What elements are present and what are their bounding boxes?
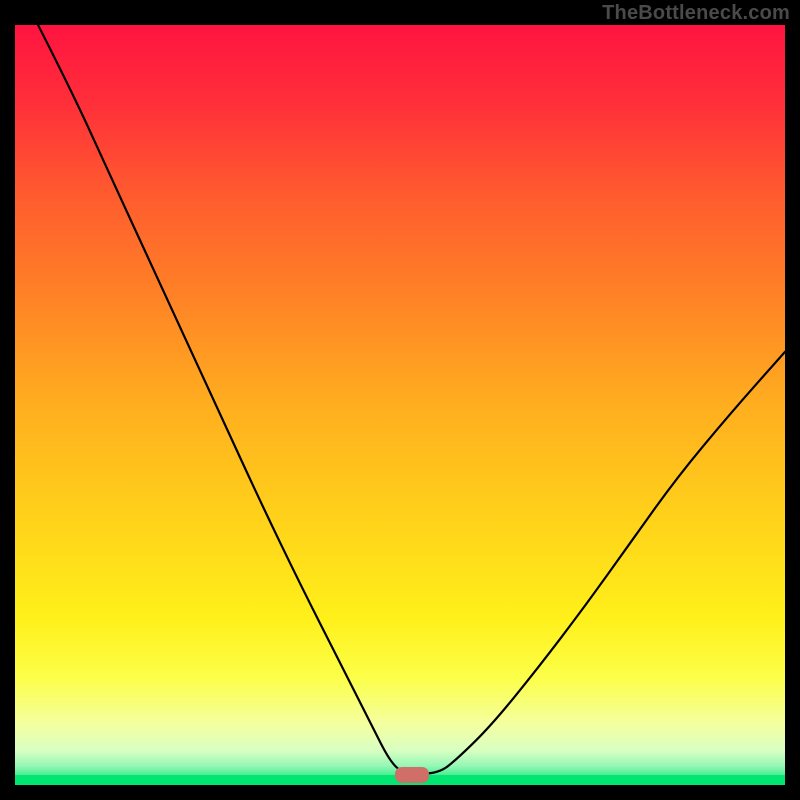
bottleneck-curve	[38, 25, 785, 774]
curve-layer	[15, 25, 785, 785]
chart-frame: TheBottleneck.com	[0, 0, 800, 800]
minimum-marker	[395, 767, 429, 783]
watermark-text: TheBottleneck.com	[602, 2, 790, 25]
plot-area	[15, 25, 785, 785]
